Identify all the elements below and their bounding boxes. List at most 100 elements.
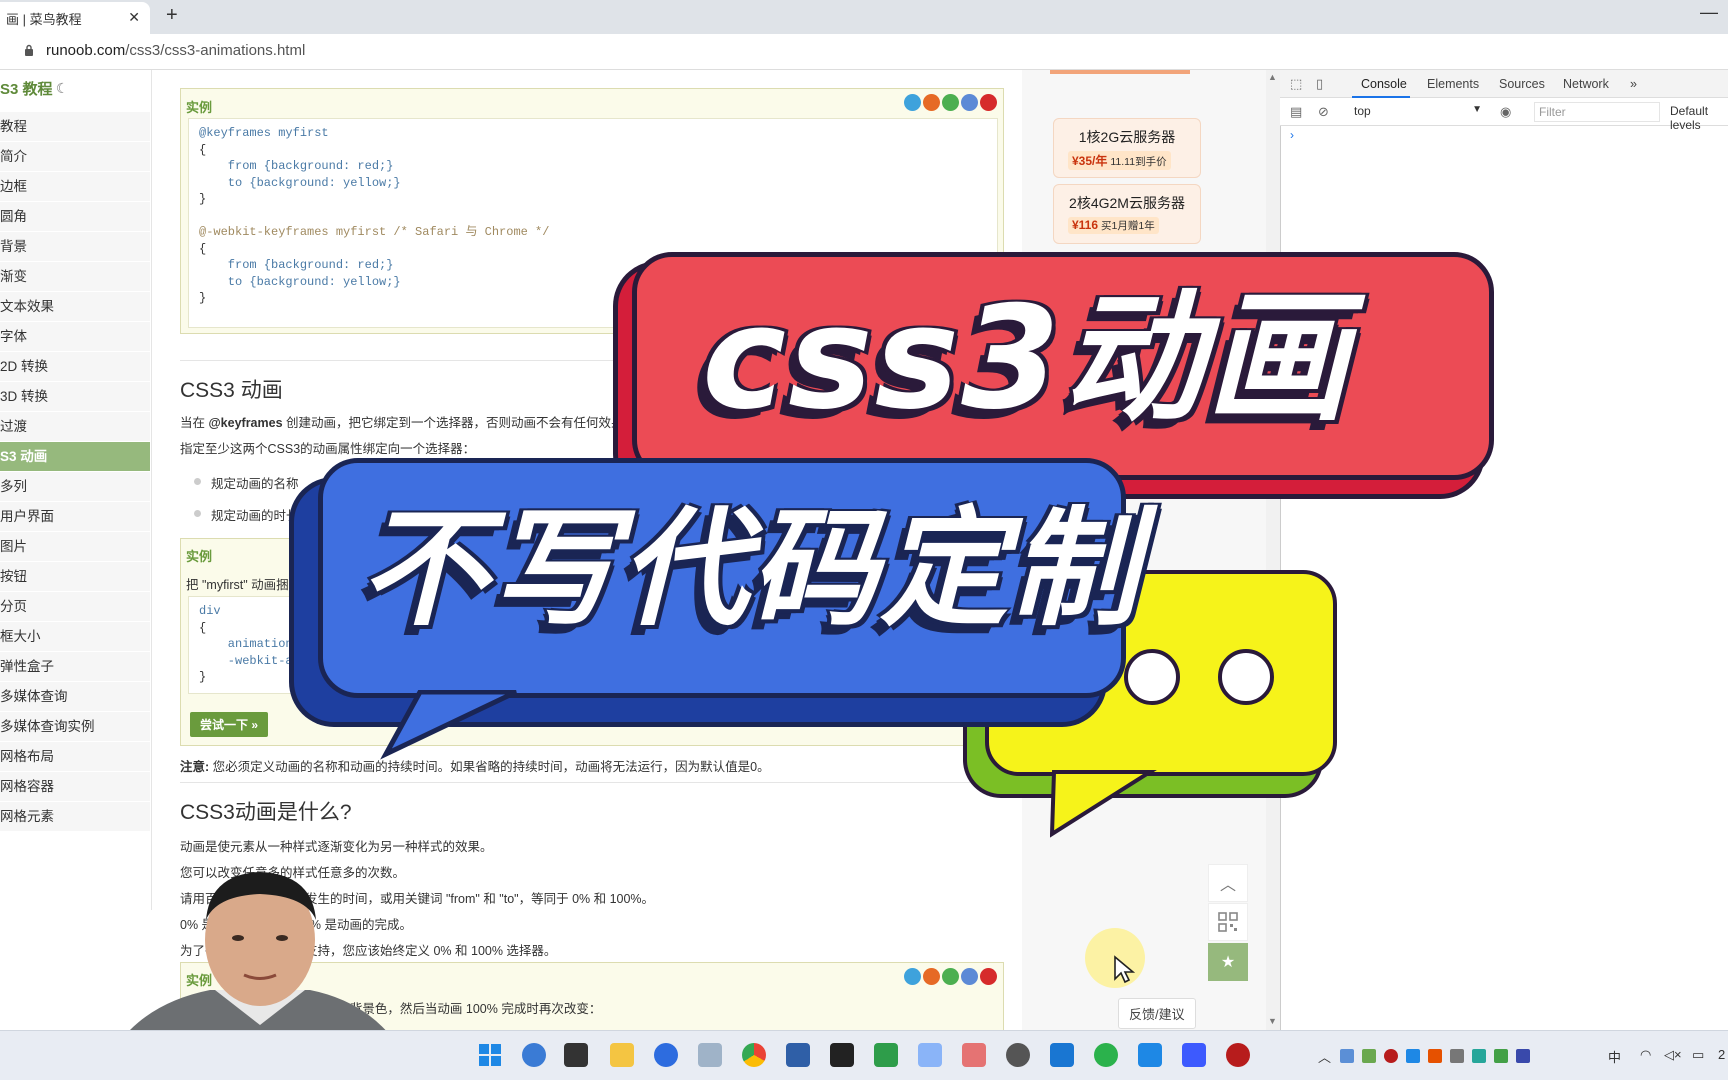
inspect-element-icon[interactable]: ⬚ [1290,76,1306,92]
tray-app-icon[interactable] [1362,1049,1376,1063]
tab-network[interactable]: Network [1563,77,1609,91]
sidebar-item[interactable]: 3D 转换 [0,382,150,412]
sidebar-item[interactable]: 过渡 [0,412,150,442]
tray-app-icon[interactable] [1472,1049,1486,1063]
sidebar-item[interactable]: 网格容器 [0,772,150,802]
terminal-icon[interactable] [830,1043,854,1067]
sidebar-item[interactable]: 字体 [0,322,150,352]
tray-chevron-icon[interactable]: ︿ [1318,1047,1331,1066]
feedback-button[interactable]: 反馈/建议 [1118,998,1196,1029]
window-minimize-button[interactable]: — [1700,2,1718,23]
search-icon[interactable] [522,1043,546,1067]
tab-console[interactable]: Console [1361,77,1407,91]
dark-mode-icon[interactable]: ☾ [56,80,69,97]
ad-title: 1核2G云服务器 [1078,129,1176,145]
new-tab-button[interactable]: + [166,4,178,27]
filter-input[interactable]: Filter [1534,102,1660,122]
example-label: 实例 [186,100,213,115]
app-icon[interactable] [1138,1043,1162,1067]
sidebar-item[interactable]: 简介 [0,142,150,172]
sidebar-item[interactable]: 弹性盒子 [0,652,150,682]
tab-elements[interactable]: Elements [1427,77,1479,91]
ad-card[interactable]: 2核4G2M云服务器 ¥116 买1月赠1年 [1053,184,1201,244]
sidebar-item[interactable]: 文本效果 [0,292,150,322]
sidebar-item[interactable]: 渐变 [0,262,150,292]
sidebar-item[interactable]: 图片 [0,532,150,562]
app-icon[interactable] [1182,1043,1206,1067]
sidebar-item[interactable]: 用户界面 [0,502,150,532]
sidebar-item[interactable]: 多媒体查询 [0,682,150,712]
sidebar-item[interactable]: 网格布局 [0,742,150,772]
scroll-top-button[interactable]: ︿ [1208,864,1248,902]
sidebar-item[interactable]: 背景 [0,232,150,262]
tray-app-icon[interactable] [1494,1049,1508,1063]
wifi-icon[interactable]: ◠ [1640,1047,1651,1063]
paragraph: 当在 @keyframes 创建动画，把它绑定到一个选择器，否则动画不会有任何效… [180,412,624,431]
ie-icon [904,968,921,985]
console-prompt[interactable]: › [1290,128,1294,142]
volume-icon[interactable]: ◁× [1664,1047,1682,1063]
tab-title: 画 | 菜鸟教程 [6,11,82,27]
notepad-icon[interactable] [786,1043,810,1067]
windows-start-icon[interactable] [478,1043,502,1067]
code-line: @keyframes myfirst [199,126,329,140]
chrome-taskbar-icon[interactable] [742,1043,766,1067]
sidebar-item[interactable]: 教程 [0,112,150,142]
scroll-up-arrow-icon[interactable]: ▲ [1268,72,1277,82]
battery-icon[interactable]: ▭ [1692,1047,1704,1063]
device-toggle-icon[interactable]: ▯ [1316,76,1332,92]
photos-icon[interactable] [698,1043,722,1067]
tab-sources[interactable]: Sources [1499,77,1545,91]
sidebar-item[interactable]: 分页 [0,592,150,622]
page-scrollbar[interactable]: ▲ ▼ [1266,70,1280,1030]
sidebar-item[interactable]: 圆角 [0,202,150,232]
task-view-icon[interactable] [564,1043,588,1067]
log-levels-select[interactable]: Default levels [1670,104,1728,132]
tray-app-icon[interactable] [1340,1049,1354,1063]
tab-close-icon[interactable]: ✕ [128,9,140,26]
app-icon[interactable] [654,1043,678,1067]
code-line: to {background: yellow;} [199,175,401,190]
ime-indicator[interactable]: 中 [1608,1047,1621,1066]
wechat-icon[interactable] [1094,1043,1118,1067]
sidebar-item[interactable]: 多列 [0,472,150,502]
try-it-button[interactable]: 尝试一下 » [190,712,269,737]
sidebar-item[interactable]: 2D 转换 [0,352,150,382]
clear-console-icon[interactable]: ⊘ [1318,104,1334,120]
file-explorer-icon[interactable] [610,1043,634,1067]
browser-tab[interactable]: 画 | 菜鸟教程 ✕ [0,2,150,34]
context-select[interactable]: top ▼ [1350,102,1486,122]
sidebar-item[interactable]: 网格元素 [0,802,150,832]
qrcode-button[interactable] [1208,903,1248,941]
tray-app-icon[interactable] [1450,1049,1464,1063]
url-text[interactable]: runoob.com/css3/css3-animations.html [46,42,305,59]
app-icon[interactable] [962,1043,986,1067]
example-label: 实例 [186,549,213,564]
ad-price-value: ¥35/年 [1072,154,1108,168]
tray-app-icon[interactable] [1428,1049,1442,1063]
safari-icon [961,968,978,985]
tray-app-icon[interactable] [1406,1049,1420,1063]
hbuilder-icon[interactable] [874,1043,898,1067]
sidebar-item[interactable]: 边框 [0,172,150,202]
record-icon[interactable] [1226,1043,1250,1067]
favorite-button[interactable]: ★ [1208,943,1248,981]
sidebar-toggle-icon[interactable]: ▤ [1290,104,1306,120]
app-icon[interactable] [918,1043,942,1067]
tray-app-icon[interactable] [1516,1049,1530,1063]
qq-icon[interactable] [1006,1043,1030,1067]
sidebar-item[interactable]: 多媒体查询实例 [0,712,150,742]
sidebar-heading[interactable]: S3 教程 [0,78,53,99]
vscode-icon[interactable] [1050,1043,1074,1067]
browser-support-icons [904,94,997,111]
list-item: 规定动画的时长 [194,505,299,524]
sidebar-item-active[interactable]: S3 动画 [0,442,150,472]
eye-icon[interactable]: ◉ [1500,104,1516,120]
more-tabs-icon[interactable]: » [1630,77,1637,91]
ad-card[interactable]: 1核2G云服务器 ¥35/年 11.11到手价 [1053,118,1201,178]
scroll-down-arrow-icon[interactable]: ▼ [1268,1016,1277,1026]
tray-app-icon[interactable] [1384,1049,1398,1063]
sidebar-item[interactable]: 框大小 [0,622,150,652]
clock-fragment[interactable]: 2 [1718,1047,1725,1062]
sidebar-item[interactable]: 按钮 [0,562,150,592]
